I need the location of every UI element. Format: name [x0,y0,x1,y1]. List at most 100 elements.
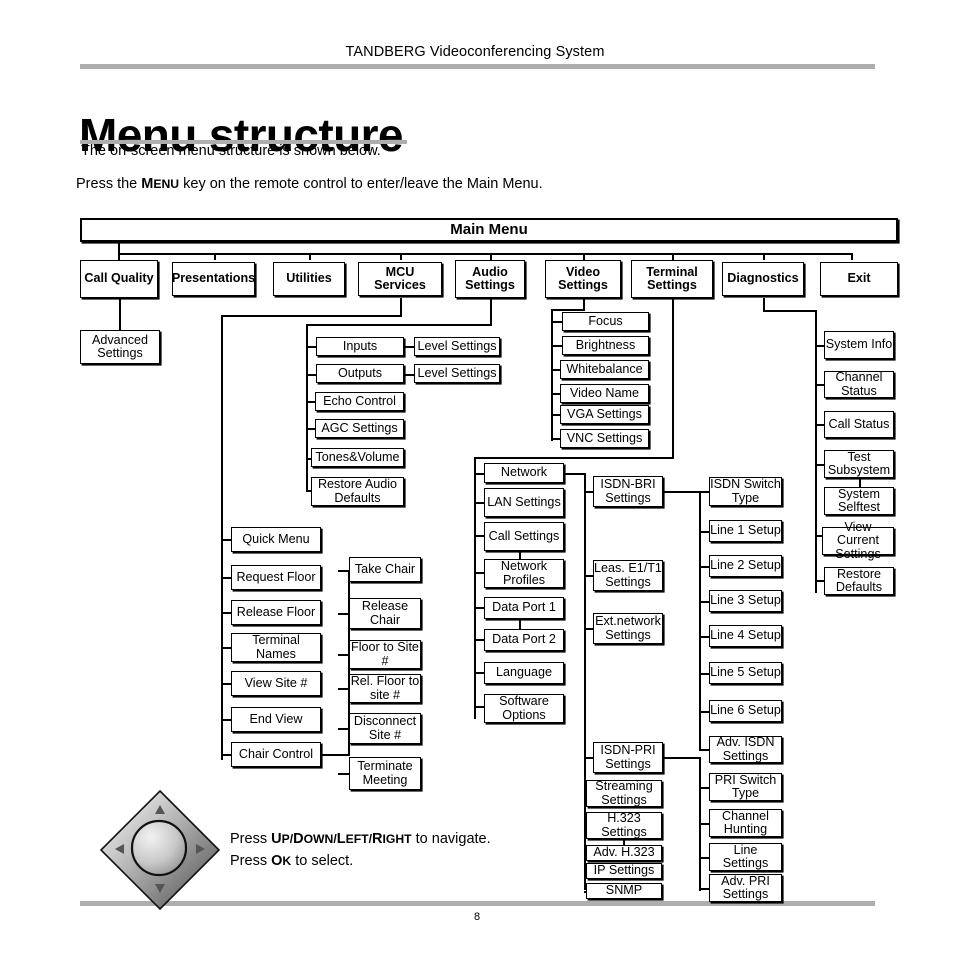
node-snmp[interactable]: SNMP [586,883,662,899]
connector [584,757,593,759]
node-data-port-1[interactable]: Data Port 1 [484,597,564,619]
node-adv-isdn-settings[interactable]: Adv. ISDN Settings [709,735,782,763]
node-vga-settings[interactable]: VGA Settings [560,405,649,424]
connector [699,857,709,859]
node-restore-defaults[interactable]: Restore Defaults [824,567,894,595]
node-call-status[interactable]: Call Status [824,411,894,438]
connector [699,673,709,675]
node-line-2-setup[interactable]: Line 2 Setup [709,555,782,577]
connector [699,491,709,493]
node-ext-network-settings[interactable]: Ext.network Settings [593,613,663,644]
select-prefix: Press [230,853,272,869]
node-line-6-setup[interactable]: Line 6 Setup [709,700,782,722]
node-line-5-setup[interactable]: Line 5 Setup [709,662,782,684]
node-inputs[interactable]: Inputs [316,337,404,356]
node-terminal-names[interactable]: Terminal Names [231,633,321,662]
connector [338,613,349,615]
node-mcu-services[interactable]: MCU Services [358,262,442,296]
connector [815,424,824,426]
node-isdn-bri-settings[interactable]: ISDN-BRI Settings [593,476,663,507]
node-terminate-meeting[interactable]: Terminate Meeting [349,757,421,790]
node-main-menu[interactable]: Main Menu [80,218,898,242]
node-restore-audio-defaults[interactable]: Restore Audio Defaults [311,477,404,506]
node-outputs[interactable]: Outputs [316,364,404,383]
connector [221,754,231,756]
navigate-prefix: Press [230,831,272,847]
node-rel-floor-to-site[interactable]: Rel. Floor to site # [349,674,421,703]
node-level-settings-inputs[interactable]: Level Settings [414,337,500,356]
node-tones-volume[interactable]: Tones&Volume [311,448,404,467]
node-whitebalance[interactable]: Whitebalance [560,360,649,379]
node-isdn-switch-type[interactable]: ISDN Switch Type [709,477,782,506]
connector [672,298,675,458]
node-request-floor[interactable]: Request Floor [231,565,321,590]
node-view-site[interactable]: View Site # [231,671,321,696]
node-lan-settings[interactable]: LAN Settings [484,488,564,517]
connector [474,639,484,641]
node-line-4-setup[interactable]: Line 4 Setup [709,625,782,647]
node-release-floor[interactable]: Release Floor [231,600,321,625]
connector [699,636,709,638]
node-ip-settings[interactable]: IP Settings [586,863,662,879]
node-h323-settings[interactable]: H.323 Settings [586,811,662,839]
node-pri-switch-type[interactable]: PRI Switch Type [709,773,782,801]
node-line-1-setup[interactable]: Line 1 Setup [709,520,782,542]
node-line-3-setup[interactable]: Line 3 Setup [709,590,782,612]
node-line-settings[interactable]: Line Settings [709,843,782,871]
connector [306,324,309,490]
node-advanced-settings[interactable]: Advanced Settings [80,330,160,364]
node-view-current-settings[interactable]: View Current Settings [822,520,894,561]
connector [221,539,231,541]
node-disconnect-site[interactable]: Disconnect Site # [349,713,421,744]
node-presentations[interactable]: Presentations [172,262,255,296]
node-diagnostics[interactable]: Diagnostics [722,262,804,296]
node-adv-pri-settings[interactable]: Adv. PRI Settings [709,874,782,902]
node-release-chair[interactable]: Release Chair [349,598,421,629]
connector [584,575,593,577]
connector [490,298,493,326]
connector [699,711,709,713]
connector [851,253,854,260]
node-leased-e1t1-settings[interactable]: Leas. E1/T1 Settings [593,560,663,591]
node-system-selftest[interactable]: System Selftest [824,487,894,515]
node-system-info[interactable]: System Info [824,331,894,359]
node-exit[interactable]: Exit [820,262,898,296]
node-streaming-settings[interactable]: Streaming Settings [586,779,662,807]
node-focus[interactable]: Focus [562,312,649,331]
node-take-chair[interactable]: Take Chair [349,557,421,582]
connector [763,310,817,313]
node-end-view[interactable]: End View [231,707,321,732]
node-brightness[interactable]: Brightness [562,336,649,355]
node-floor-to-site[interactable]: Floor to Site # [349,640,421,669]
node-call-quality[interactable]: Call Quality [80,260,158,298]
node-quick-menu[interactable]: Quick Menu [231,527,321,552]
node-language[interactable]: Language [484,662,564,684]
connector [859,477,861,487]
select-line: Press OK to select. [230,850,491,872]
connector [815,384,824,386]
node-channel-status[interactable]: Channel Status [824,370,894,398]
navigate-line: Press UP/DOWN/LEFT/RIGHT to navigate. [230,828,491,850]
node-software-options[interactable]: Software Options [484,694,564,723]
node-terminal-settings[interactable]: Terminal Settings [631,260,713,298]
node-utilities[interactable]: Utilities [273,262,345,296]
node-video-settings[interactable]: Video Settings [545,260,621,298]
node-video-name[interactable]: Video Name [560,384,649,403]
node-network[interactable]: Network [484,463,564,483]
node-level-settings-outputs[interactable]: Level Settings [414,364,500,383]
node-adv-h323[interactable]: Adv. H.323 [586,845,662,861]
node-agc-settings[interactable]: AGC Settings [315,419,404,438]
node-channel-hunting[interactable]: Channel Hunting [709,809,782,837]
node-chair-control[interactable]: Chair Control [231,742,321,767]
node-isdn-pri-settings[interactable]: ISDN-PRI Settings [593,742,663,773]
node-data-port-2[interactable]: Data Port 2 [484,629,564,651]
node-vnc-settings[interactable]: VNC Settings [560,429,649,448]
node-call-settings[interactable]: Call Settings [484,522,564,551]
node-network-profiles[interactable]: Network Profiles [484,559,564,588]
node-test-subsystem[interactable]: Test Subsystem [824,450,894,478]
connector [400,253,403,260]
connector [699,531,709,533]
node-audio-settings[interactable]: Audio Settings [455,260,525,298]
node-echo-control[interactable]: Echo Control [315,392,404,411]
connector [583,253,586,260]
